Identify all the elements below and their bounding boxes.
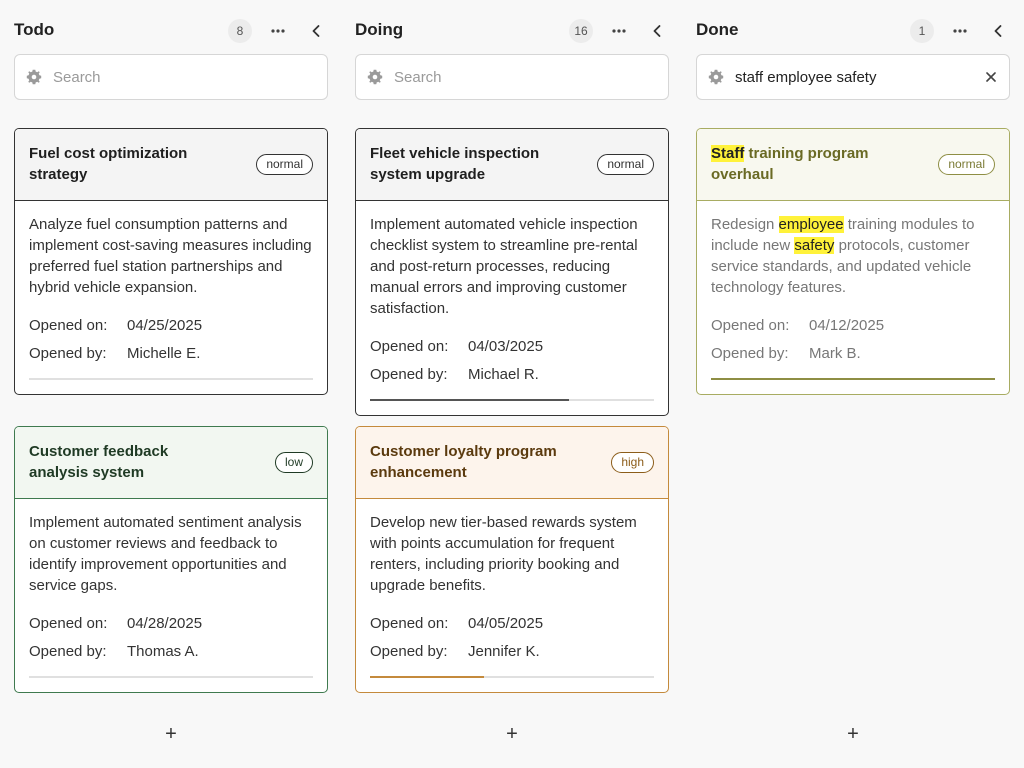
progress-bar <box>370 676 654 678</box>
search-input[interactable] <box>53 65 293 89</box>
task-card-loyalty[interactable]: Customer loyalty program enhancement hig… <box>355 426 669 693</box>
opened-by-label: Opened by: <box>29 345 107 362</box>
opened-by-label: Opened by: <box>370 366 448 383</box>
chevron-left-icon[interactable] <box>304 19 328 43</box>
gear-icon <box>367 69 383 85</box>
add-card-button[interactable]: + <box>161 724 181 744</box>
card-title: Staff training program overhaul <box>711 143 911 185</box>
opened-on-value: 04/28/2025 <box>127 615 203 632</box>
opened-on-label: Opened on: <box>711 317 790 334</box>
card-body: Analyze fuel consumption patterns and im… <box>15 201 327 394</box>
column-doing: Doing 16 Fleet vehicle inspection system… <box>355 0 669 768</box>
card-title: Customer loyalty program enhancement <box>370 443 557 481</box>
progress-bar <box>29 378 313 380</box>
progress-bar <box>370 399 654 401</box>
opened-by-value: Michelle E. <box>127 345 201 362</box>
card-meta: Opened on: 04/03/2025 Opened by: Michael… <box>370 333 654 389</box>
chevron-left-icon[interactable] <box>645 19 669 43</box>
card-header: Fleet vehicle inspection system upgrade … <box>356 129 668 201</box>
chevron-left-icon[interactable] <box>986 19 1010 43</box>
progress-bar <box>711 378 995 380</box>
card-header: Fuel cost optimization strategy normal <box>15 129 327 201</box>
more-options-icon[interactable] <box>607 19 631 43</box>
more-options-icon[interactable] <box>266 19 290 43</box>
more-options-icon[interactable] <box>948 19 972 43</box>
search-box <box>14 54 328 100</box>
priority-badge: normal <box>256 154 313 175</box>
column-header: Todo 8 <box>14 18 328 44</box>
card-title: Fleet vehicle inspection system upgrade <box>370 145 540 183</box>
search-highlight: Staff <box>711 145 745 162</box>
opened-on-value: 04/03/2025 <box>468 338 544 355</box>
search-box <box>355 54 669 100</box>
card-description: Implement automated vehicle inspection c… <box>370 216 638 317</box>
task-card-feedback[interactable]: Customer feedback analysis system low Im… <box>14 426 328 693</box>
card-meta: Opened on: 04/28/2025 Opened by: Thomas … <box>29 610 313 666</box>
column-title: Todo <box>14 20 55 39</box>
card-body: Implement automated sentiment analysis o… <box>15 499 327 692</box>
opened-by-value: Mark B. <box>809 345 861 362</box>
opened-on-label: Opened on: <box>29 615 108 632</box>
task-card-fleet[interactable]: Fleet vehicle inspection system upgrade … <box>355 128 669 416</box>
priority-badge: normal <box>597 154 654 175</box>
gear-icon <box>708 69 724 85</box>
card-body: Implement automated vehicle inspection c… <box>356 201 668 415</box>
card-header: Staff training program overhaul normal <box>697 129 1009 201</box>
task-card-fuel[interactable]: Fuel cost optimization strategy normal A… <box>14 128 328 395</box>
close-icon[interactable] <box>983 69 999 85</box>
opened-by-label: Opened by: <box>711 345 789 362</box>
search-box <box>696 54 1010 100</box>
card-meta: Opened on: 04/05/2025 Opened by: Jennife… <box>370 610 654 666</box>
opened-by-value: Jennifer K. <box>468 643 540 660</box>
progress-fill <box>370 399 569 401</box>
column-title: Doing <box>355 20 404 39</box>
column-header: Doing 16 <box>355 18 669 44</box>
opened-by-value: Thomas A. <box>127 643 199 660</box>
card-meta: Opened on: 04/25/2025 Opened by: Michell… <box>29 312 313 368</box>
card-description: Redesign employee training modules to in… <box>711 214 995 298</box>
search-highlight: employee <box>778 216 844 233</box>
progress-bar <box>29 676 313 678</box>
opened-by-label: Opened by: <box>29 643 107 660</box>
opened-by-value: Michael R. <box>468 366 539 383</box>
opened-on-value: 04/25/2025 <box>127 317 203 334</box>
search-highlight: safety <box>794 237 835 254</box>
count-badge: 16 <box>569 19 593 43</box>
desc-text: Redesign <box>711 216 779 233</box>
card-title: Fuel cost optimization strategy <box>29 145 188 183</box>
count-badge: 1 <box>910 19 934 43</box>
count-badge: 8 <box>228 19 252 43</box>
column-done: Done 1 Staff training program overhaul n… <box>696 0 1010 768</box>
card-description: Implement automated sentiment analysis o… <box>29 514 302 594</box>
card-body: Develop new tier-based rewards system wi… <box>356 499 668 692</box>
column-header: Done 1 <box>696 18 1010 44</box>
column-title: Done <box>696 20 739 39</box>
card-description: Analyze fuel consumption patterns and im… <box>29 216 312 296</box>
progress-fill <box>370 676 484 678</box>
card-header: Customer loyalty program enhancement hig… <box>356 427 668 499</box>
opened-on-label: Opened on: <box>370 615 449 632</box>
opened-on-label: Opened on: <box>29 317 108 334</box>
opened-on-value: 04/12/2025 <box>809 317 885 334</box>
progress-fill <box>711 378 995 380</box>
priority-badge: normal <box>938 154 995 175</box>
card-body: Redesign employee training modules to in… <box>697 201 1009 394</box>
priority-badge: high <box>611 452 654 473</box>
opened-on-label: Opened on: <box>370 338 449 355</box>
add-card-button[interactable]: + <box>843 724 863 744</box>
card-header: Customer feedback analysis system low <box>15 427 327 499</box>
opened-on-value: 04/05/2025 <box>468 615 544 632</box>
search-input[interactable] <box>735 65 975 89</box>
column-todo: Todo 8 Fuel cost optimization strategy n… <box>14 0 328 768</box>
card-title: Customer feedback analysis system <box>29 443 169 481</box>
search-input[interactable] <box>394 65 634 89</box>
add-card-button[interactable]: + <box>502 724 522 744</box>
card-meta: Opened on: 04/12/2025 Opened by: Mark B. <box>711 312 995 368</box>
opened-by-label: Opened by: <box>370 643 448 660</box>
card-description: Develop new tier-based rewards system wi… <box>370 514 637 594</box>
gear-icon <box>26 69 42 85</box>
task-card-staff[interactable]: Staff training program overhaul normal R… <box>696 128 1010 395</box>
priority-badge: low <box>274 452 313 473</box>
